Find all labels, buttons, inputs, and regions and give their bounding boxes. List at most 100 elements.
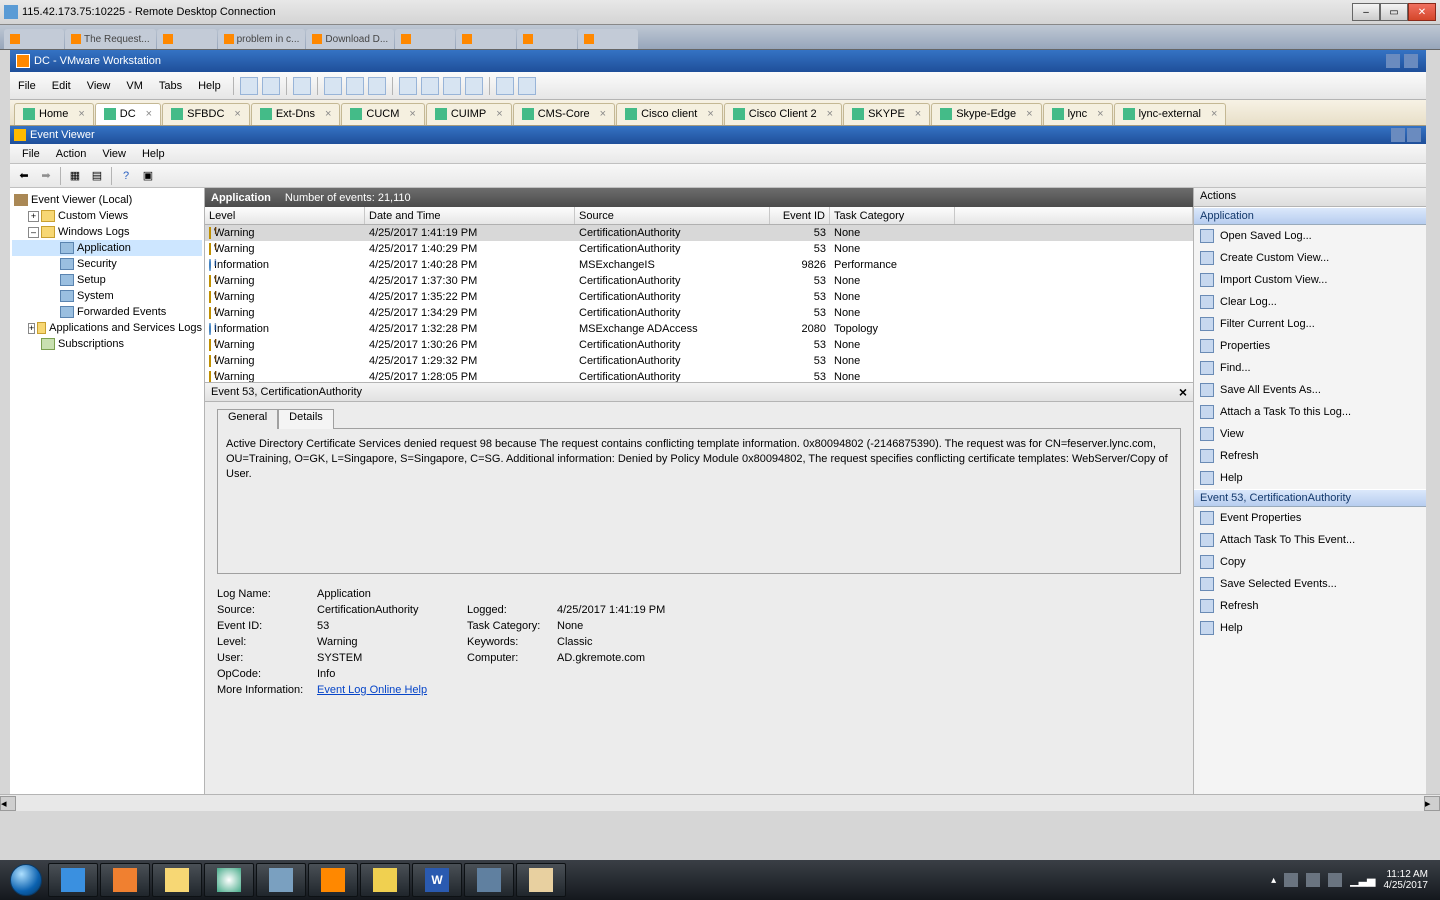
browser-tab[interactable] xyxy=(4,29,64,49)
taskbar-word[interactable]: W xyxy=(412,863,462,897)
vm-tab[interactable]: lync-external× xyxy=(1114,103,1227,125)
vmware-toolbar-button[interactable] xyxy=(368,77,386,95)
minimize-button[interactable]: – xyxy=(1352,3,1380,21)
vmware-toolbar-button[interactable] xyxy=(262,77,280,95)
clock[interactable]: 11:12 AM4/25/2017 xyxy=(1384,869,1429,891)
vm-tab[interactable]: SKYPE× xyxy=(843,103,930,125)
vmware-toolbar-button[interactable] xyxy=(518,77,536,95)
forward-button[interactable]: ➡ xyxy=(36,166,56,186)
ev-menu-item[interactable]: Action xyxy=(48,148,95,160)
event-row[interactable]: Information4/25/2017 1:40:28 PMMSExchang… xyxy=(205,257,1193,273)
vm-tab[interactable]: Skype-Edge× xyxy=(931,103,1041,125)
vm-tab[interactable]: DC× xyxy=(95,103,161,125)
vmware-menu-item[interactable]: Tabs xyxy=(151,80,190,92)
tree-forwarded[interactable]: Forwarded Events xyxy=(12,304,202,320)
event-row[interactable]: Warning4/25/2017 1:40:29 PMCertification… xyxy=(205,241,1193,257)
taskbar-paint[interactable] xyxy=(516,863,566,897)
vm-tab[interactable]: SFBDC× xyxy=(162,103,250,125)
vmware-toolbar-button[interactable] xyxy=(240,77,258,95)
vmware-menu-item[interactable]: View xyxy=(79,80,119,92)
event-row[interactable]: Warning4/25/2017 1:28:05 PMCertification… xyxy=(205,369,1193,382)
vmware-menu-item[interactable]: File xyxy=(10,80,44,92)
navigation-tree[interactable]: Event Viewer (Local) +Custom Views –Wind… xyxy=(10,188,205,794)
vm-tab[interactable]: lync× xyxy=(1043,103,1113,125)
taskbar-media[interactable] xyxy=(100,863,150,897)
browser-tab[interactable] xyxy=(395,29,455,49)
toolbar-icon[interactable]: ▤ xyxy=(87,166,107,186)
action-item[interactable]: Help xyxy=(1194,467,1426,489)
taskbar-rdp[interactable] xyxy=(464,863,514,897)
toolbar-icon[interactable]: ▣ xyxy=(138,166,158,186)
ev-menu-item[interactable]: Help xyxy=(134,148,173,160)
browser-tab[interactable] xyxy=(517,29,577,49)
vm-tab[interactable]: CUIMP× xyxy=(426,103,512,125)
vm-tab-close-icon[interactable]: × xyxy=(707,108,713,120)
taskbar-notes[interactable] xyxy=(360,863,410,897)
tree-windows-logs[interactable]: –Windows Logs xyxy=(12,224,202,240)
tree-root[interactable]: Event Viewer (Local) xyxy=(12,192,202,208)
col-datetime[interactable]: Date and Time xyxy=(365,207,575,224)
action-item[interactable]: Copy xyxy=(1194,551,1426,573)
taskbar-app[interactable] xyxy=(256,863,306,897)
vmware-minimize-button[interactable] xyxy=(1386,54,1400,68)
event-row[interactable]: Warning4/25/2017 1:34:29 PMCertification… xyxy=(205,305,1193,321)
browser-tab[interactable]: The Request... xyxy=(65,29,156,49)
vmware-toolbar-button[interactable] xyxy=(496,77,514,95)
vmware-menu-item[interactable]: Help xyxy=(190,80,229,92)
vm-tab[interactable]: Cisco client× xyxy=(616,103,723,125)
action-item[interactable]: Attach Task To This Event... xyxy=(1194,529,1426,551)
action-item[interactable]: Save All Events As... xyxy=(1194,379,1426,401)
action-item[interactable]: Find... xyxy=(1194,357,1426,379)
tree-app-services[interactable]: +Applications and Services Logs xyxy=(12,320,202,336)
vmware-toolbar-button[interactable] xyxy=(293,77,311,95)
tray-flag-icon[interactable] xyxy=(1284,873,1298,887)
vm-tab[interactable]: CMS-Core× xyxy=(513,103,615,125)
taskbar-chrome[interactable] xyxy=(204,863,254,897)
browser-tab[interactable] xyxy=(578,29,638,49)
event-row[interactable]: Information4/25/2017 1:32:28 PMMSExchang… xyxy=(205,321,1193,337)
col-source[interactable]: Source xyxy=(575,207,770,224)
taskbar-skype[interactable] xyxy=(308,863,358,897)
tree-security[interactable]: Security xyxy=(12,256,202,272)
column-headers[interactable]: Level Date and Time Source Event ID Task… xyxy=(205,207,1193,225)
event-row[interactable]: Warning4/25/2017 1:41:19 PMCertification… xyxy=(205,225,1193,241)
vmware-toolbar-button[interactable] xyxy=(421,77,439,95)
events-list[interactable]: Warning4/25/2017 1:41:19 PMCertification… xyxy=(205,225,1193,382)
browser-tab[interactable]: problem in c... xyxy=(218,29,306,49)
scroll-left-button[interactable]: ◂ xyxy=(0,796,16,811)
vm-tab-close-icon[interactable]: × xyxy=(1097,108,1103,120)
scroll-right-button[interactable]: ▸ xyxy=(1424,796,1440,811)
detail-close-button[interactable]: × xyxy=(1179,384,1187,400)
vm-tab-close-icon[interactable]: × xyxy=(409,108,415,120)
vmware-toolbar-button[interactable] xyxy=(465,77,483,95)
help-icon[interactable]: ? xyxy=(116,166,136,186)
action-item[interactable]: View xyxy=(1194,423,1426,445)
vmware-maximize-button[interactable] xyxy=(1404,54,1418,68)
vm-tab-close-icon[interactable]: × xyxy=(827,108,833,120)
maximize-button[interactable]: ▭ xyxy=(1380,3,1408,21)
event-row[interactable]: Warning4/25/2017 1:35:22 PMCertification… xyxy=(205,289,1193,305)
online-help-link[interactable]: Event Log Online Help xyxy=(317,684,427,696)
vm-tab[interactable]: Home× xyxy=(14,103,94,125)
action-item[interactable]: Properties xyxy=(1194,335,1426,357)
action-item[interactable]: Create Custom View... xyxy=(1194,247,1426,269)
vm-tab-close-icon[interactable]: × xyxy=(915,108,921,120)
browser-tab[interactable] xyxy=(157,29,217,49)
tree-application[interactable]: Application xyxy=(12,240,202,256)
ev-menu-item[interactable]: File xyxy=(14,148,48,160)
browser-tab[interactable]: Download D... xyxy=(306,29,394,49)
event-row[interactable]: Warning4/25/2017 1:30:26 PMCertification… xyxy=(205,337,1193,353)
tree-setup[interactable]: Setup xyxy=(12,272,202,288)
vm-tab-close-icon[interactable]: × xyxy=(146,108,152,120)
start-button[interactable] xyxy=(6,860,46,900)
tray-network-icon[interactable] xyxy=(1306,873,1320,887)
action-item[interactable]: Attach a Task To this Log... xyxy=(1194,401,1426,423)
horizontal-scrollbar[interactable]: ◂ ▸ xyxy=(0,794,1440,811)
vmware-toolbar-button[interactable] xyxy=(443,77,461,95)
tab-general[interactable]: General xyxy=(217,409,278,429)
vm-tab-close-icon[interactable]: × xyxy=(496,108,502,120)
vm-tab-close-icon[interactable]: × xyxy=(1211,108,1217,120)
col-taskcategory[interactable]: Task Category xyxy=(830,207,955,224)
ev-minimize-button[interactable] xyxy=(1391,128,1405,142)
windows-taskbar[interactable]: W ▴ ▁▃▅ 11:12 AM4/25/2017 xyxy=(0,860,1440,900)
